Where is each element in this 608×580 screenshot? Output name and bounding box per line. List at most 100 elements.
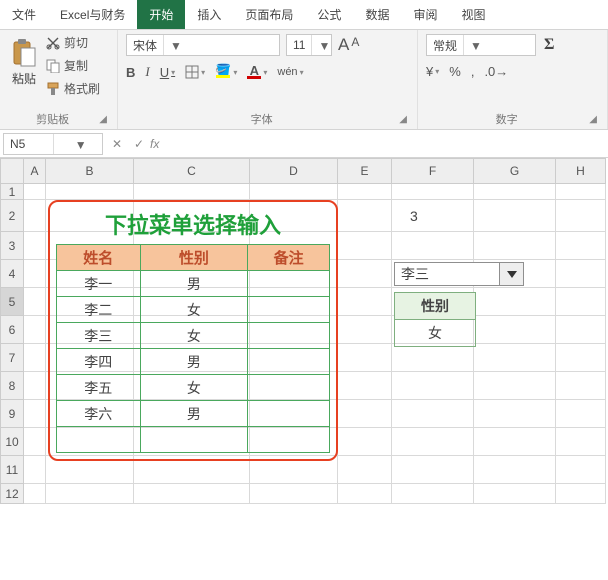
panel-cell[interactable]: 男 bbox=[140, 349, 248, 375]
cell[interactable] bbox=[392, 428, 474, 456]
col-header-E[interactable]: E bbox=[338, 158, 392, 184]
cell[interactable] bbox=[24, 260, 46, 288]
font-size-combo[interactable]: 11▼ bbox=[286, 34, 332, 56]
cell[interactable] bbox=[134, 184, 250, 200]
cell[interactable] bbox=[474, 316, 556, 344]
cell[interactable] bbox=[474, 428, 556, 456]
row-header-3[interactable]: 3 bbox=[0, 232, 24, 260]
panel-cell[interactable]: 女 bbox=[140, 375, 248, 401]
row-header-1[interactable]: 1 bbox=[0, 184, 24, 200]
row-header-11[interactable]: 11 bbox=[0, 456, 24, 484]
cell[interactable] bbox=[474, 372, 556, 400]
underline-button[interactable]: U▾ bbox=[160, 65, 175, 80]
panel-cell[interactable]: 男 bbox=[140, 401, 248, 427]
row-header-12[interactable]: 12 bbox=[0, 484, 24, 504]
cell[interactable] bbox=[338, 344, 392, 372]
cell[interactable] bbox=[24, 372, 46, 400]
borders-button[interactable]: ▾ bbox=[185, 65, 205, 79]
cell[interactable] bbox=[556, 372, 606, 400]
row-header-8[interactable]: 8 bbox=[0, 372, 24, 400]
cell[interactable] bbox=[392, 372, 474, 400]
grow-font-button[interactable]: A bbox=[338, 35, 349, 55]
cell[interactable] bbox=[556, 484, 606, 504]
name-dropdown[interactable]: 李三 bbox=[394, 262, 524, 286]
cell[interactable] bbox=[556, 316, 606, 344]
tab-6[interactable]: 数据 bbox=[353, 0, 401, 29]
cell[interactable] bbox=[474, 456, 556, 484]
chevron-down-icon[interactable]: ▼ bbox=[163, 35, 179, 55]
tab-4[interactable]: 页面布局 bbox=[233, 0, 305, 29]
chevron-down-icon[interactable]: ▼ bbox=[53, 134, 103, 154]
cell[interactable] bbox=[24, 400, 46, 428]
panel-cell[interactable]: 李二 bbox=[57, 297, 141, 323]
tab-0[interactable]: 文件 bbox=[0, 0, 48, 29]
cell[interactable] bbox=[474, 484, 556, 504]
cell[interactable] bbox=[474, 344, 556, 372]
col-header-G[interactable]: G bbox=[474, 158, 556, 184]
name-box[interactable]: N5▼ bbox=[3, 133, 103, 155]
font-color-button[interactable]: A▾ bbox=[247, 66, 267, 79]
bold-button[interactable]: B bbox=[126, 65, 135, 80]
tab-3[interactable]: 插入 bbox=[185, 0, 233, 29]
cell[interactable] bbox=[338, 428, 392, 456]
panel-cell[interactable]: 李三 bbox=[57, 323, 141, 349]
currency-button[interactable]: ¥▾ bbox=[426, 64, 439, 79]
confirm-formula-button[interactable]: ✓ bbox=[128, 137, 150, 151]
cell[interactable] bbox=[556, 456, 606, 484]
cell[interactable] bbox=[338, 260, 392, 288]
row-header-4[interactable]: 4 bbox=[0, 260, 24, 288]
autosum-button[interactable]: Σ bbox=[544, 36, 554, 54]
cell[interactable] bbox=[556, 400, 606, 428]
increase-decimal-button[interactable]: .0→ bbox=[484, 64, 508, 79]
row-header-2[interactable]: 2 bbox=[0, 200, 24, 232]
cell[interactable] bbox=[24, 232, 46, 260]
cell[interactable] bbox=[556, 288, 606, 316]
panel-cell[interactable] bbox=[140, 427, 248, 453]
comma-button[interactable]: , bbox=[471, 64, 475, 79]
row-header-9[interactable]: 9 bbox=[0, 400, 24, 428]
cell[interactable] bbox=[556, 260, 606, 288]
cell-f2[interactable]: 3 bbox=[410, 208, 418, 224]
number-launcher[interactable]: ◢ bbox=[587, 114, 599, 125]
cell[interactable] bbox=[392, 184, 474, 200]
panel-cell[interactable]: 李六 bbox=[57, 401, 141, 427]
select-all-corner[interactable] bbox=[0, 158, 24, 184]
cell[interactable] bbox=[46, 184, 134, 200]
row-header-6[interactable]: 6 bbox=[0, 316, 24, 344]
tab-8[interactable]: 视图 bbox=[449, 0, 497, 29]
cell[interactable] bbox=[338, 316, 392, 344]
col-header-C[interactable]: C bbox=[134, 158, 250, 184]
cell[interactable] bbox=[392, 456, 474, 484]
cell[interactable] bbox=[338, 288, 392, 316]
cell[interactable] bbox=[24, 428, 46, 456]
number-format-combo[interactable]: 常规▼ bbox=[426, 34, 536, 56]
cell[interactable] bbox=[338, 400, 392, 428]
tab-2[interactable]: 开始 bbox=[137, 0, 185, 29]
cell[interactable] bbox=[338, 232, 392, 260]
copy-button[interactable]: 复制 bbox=[46, 57, 100, 74]
cell[interactable] bbox=[392, 200, 474, 232]
cancel-formula-button[interactable]: ✕ bbox=[106, 137, 128, 151]
tab-5[interactable]: 公式 bbox=[305, 0, 353, 29]
col-header-F[interactable]: F bbox=[392, 158, 474, 184]
cell[interactable] bbox=[392, 484, 474, 504]
row-header-7[interactable]: 7 bbox=[0, 344, 24, 372]
panel-cell[interactable] bbox=[248, 349, 330, 375]
cell[interactable] bbox=[392, 400, 474, 428]
panel-cell[interactable] bbox=[248, 297, 330, 323]
cell[interactable] bbox=[338, 184, 392, 200]
fill-color-button[interactable]: 🪣▾ bbox=[215, 67, 237, 78]
format-painter-button[interactable]: 格式刷 bbox=[46, 80, 100, 97]
phonetic-button[interactable]: wén▾ bbox=[277, 66, 303, 78]
panel-cell[interactable] bbox=[248, 427, 330, 453]
cell[interactable] bbox=[392, 344, 474, 372]
cell[interactable] bbox=[474, 400, 556, 428]
cell[interactable] bbox=[338, 456, 392, 484]
row-header-5[interactable]: 5 bbox=[0, 288, 24, 316]
cell[interactable] bbox=[556, 200, 606, 232]
panel-cell[interactable]: 女 bbox=[140, 297, 248, 323]
cell[interactable] bbox=[474, 232, 556, 260]
panel-cell[interactable]: 李四 bbox=[57, 349, 141, 375]
cell[interactable] bbox=[24, 184, 46, 200]
formula-input[interactable] bbox=[163, 133, 608, 155]
